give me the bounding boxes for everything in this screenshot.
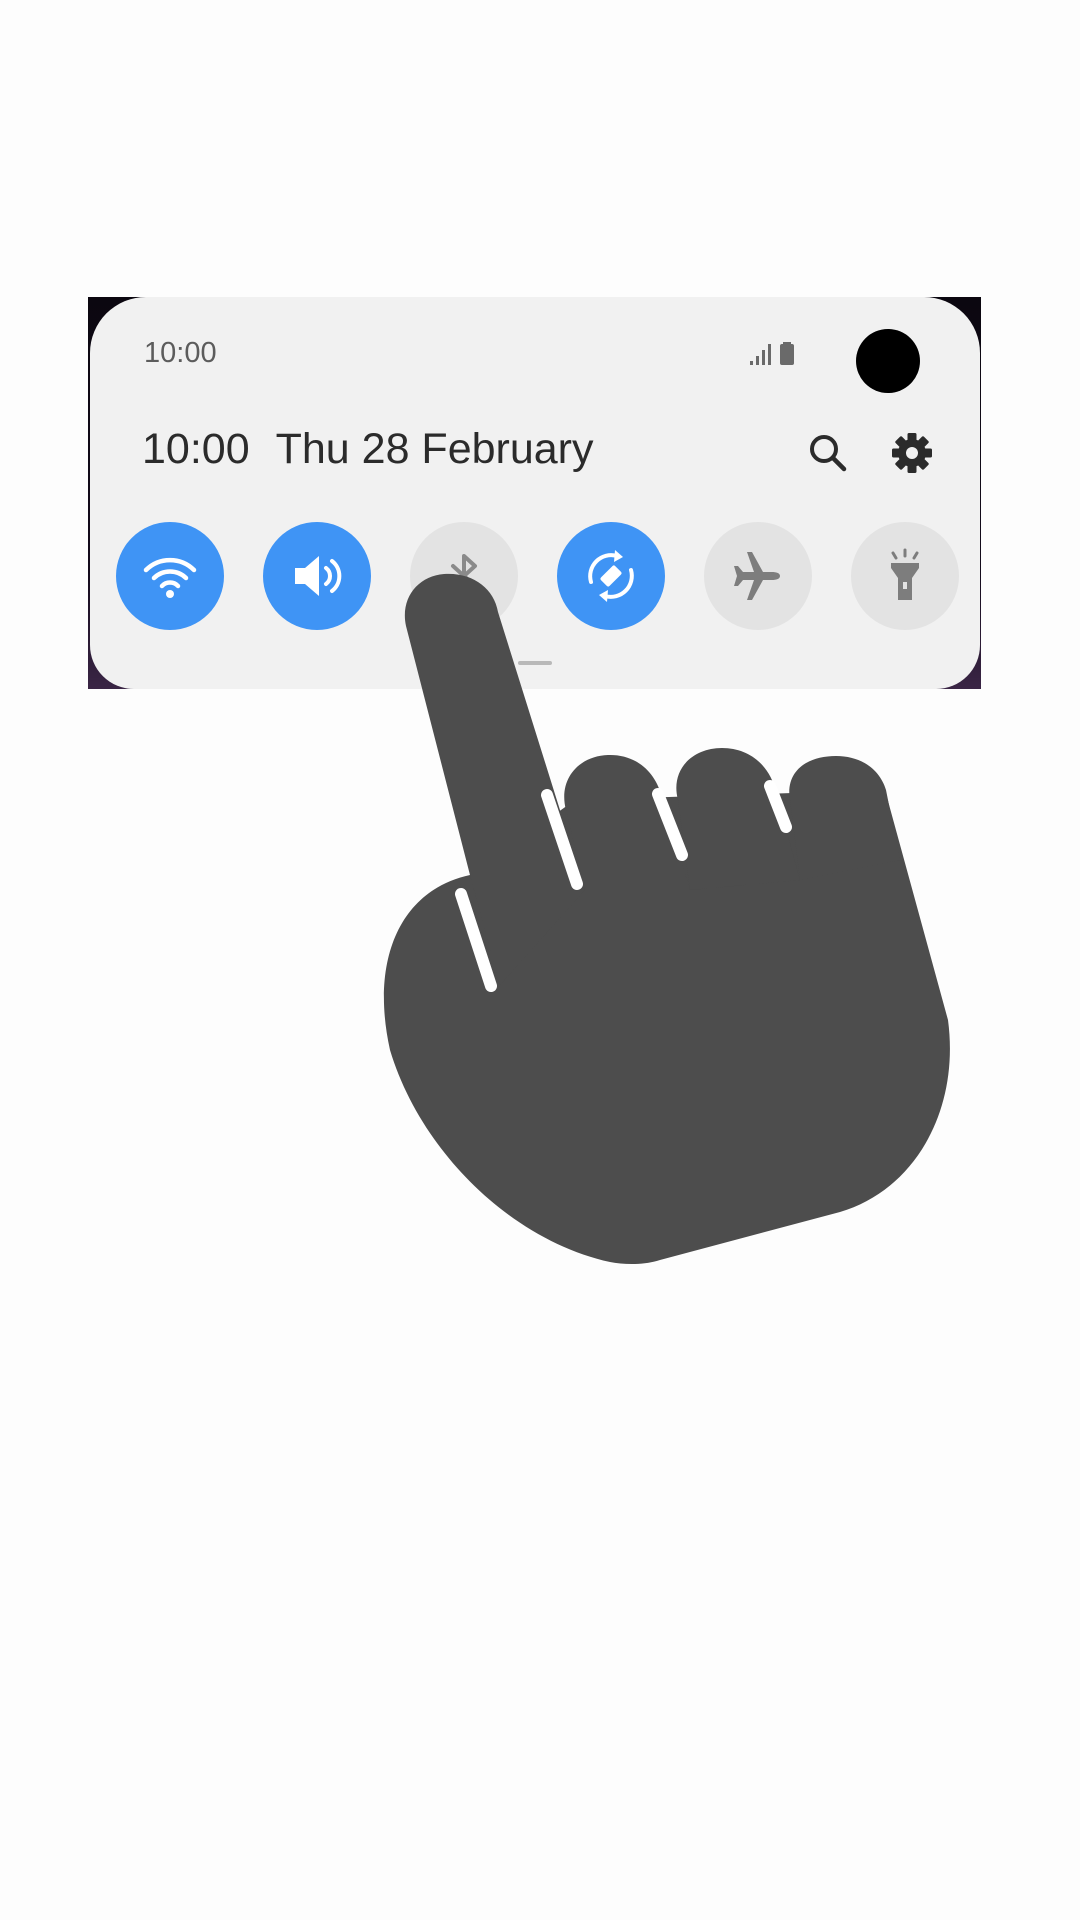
header-datetime: 10:00 Thu 28 February <box>142 425 594 474</box>
bluetooth-icon <box>451 554 477 598</box>
panel-drag-handle[interactable] <box>518 661 552 665</box>
tapping-hand-icon <box>383 573 950 1265</box>
speaker-icon <box>295 556 342 596</box>
quick-settings-tiles <box>116 522 959 632</box>
header-date: Thu 28 February <box>275 425 594 473</box>
status-bar-icons <box>750 342 794 365</box>
signal-bars-icon <box>750 344 771 365</box>
quick-settings-panel: 10:00 10:00 Thu 28 February <box>90 297 980 689</box>
status-bar-time: 10:00 <box>144 337 217 369</box>
tile-bluetooth[interactable] <box>410 522 518 630</box>
rotate-icon <box>588 550 634 602</box>
gear-icon <box>892 433 932 473</box>
tile-sound[interactable] <box>263 522 371 630</box>
battery-icon <box>780 342 794 365</box>
tile-wifi[interactable] <box>116 522 224 630</box>
front-camera-cutout <box>856 329 920 393</box>
search-button[interactable] <box>802 427 854 479</box>
airplane-icon <box>734 552 780 600</box>
header-time: 10:00 <box>142 425 250 473</box>
tile-airplane-mode[interactable] <box>704 522 812 630</box>
screen: 10:00 10:00 Thu 28 February <box>0 0 1080 1920</box>
tile-auto-rotate[interactable] <box>557 522 665 630</box>
tile-flashlight[interactable] <box>851 522 959 630</box>
flashlight-icon <box>891 548 919 600</box>
search-icon <box>810 435 847 472</box>
settings-button[interactable] <box>886 427 938 479</box>
wifi-icon <box>143 557 197 598</box>
